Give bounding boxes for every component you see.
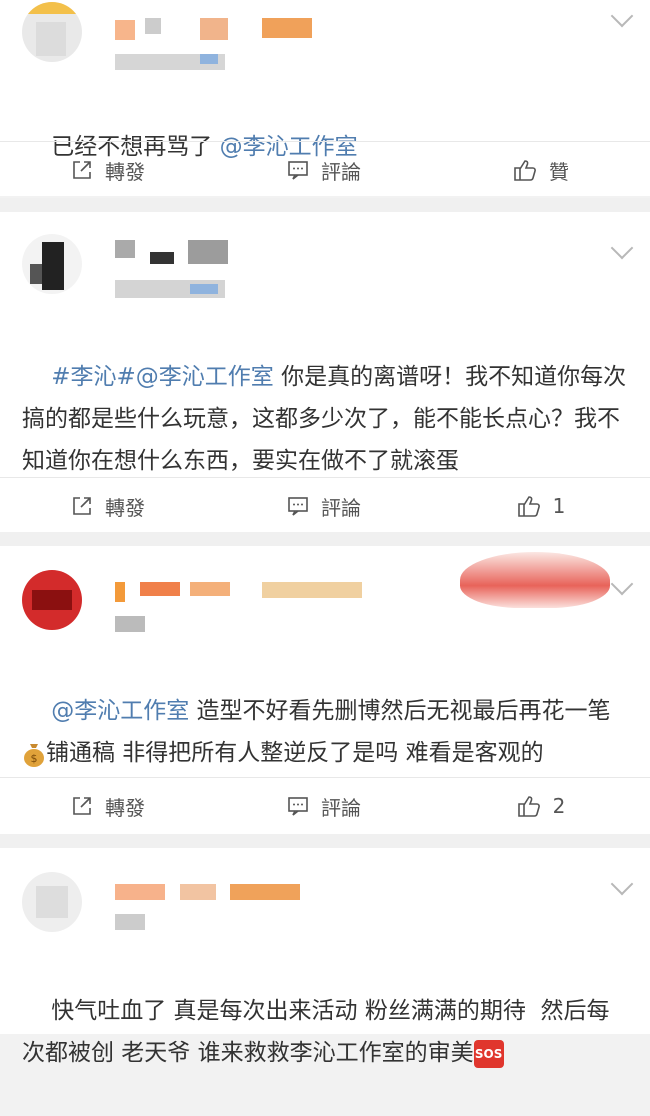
- repost-label: 轉發: [105, 159, 145, 184]
- comment-icon: [288, 497, 308, 516]
- thumbs-up-icon: [517, 796, 540, 817]
- action-bar: 轉發 評論 贊: [0, 141, 650, 198]
- repost-button[interactable]: 轉發: [0, 478, 216, 534]
- action-bar: 轉發 評論 2: [0, 777, 650, 834]
- mention-link[interactable]: @李沁工作室: [136, 364, 274, 390]
- comment-label: 評論: [321, 495, 361, 520]
- like-count: 1: [552, 494, 566, 518]
- repost-label: 轉發: [105, 495, 145, 520]
- action-bar: 轉發 評論 1: [0, 477, 650, 534]
- svg-text:$: $: [31, 752, 38, 765]
- chevron-down-icon[interactable]: [610, 872, 634, 896]
- comment-label: 評論: [321, 795, 361, 820]
- comment-button[interactable]: 評論: [216, 778, 432, 834]
- repost-icon: [73, 161, 91, 179]
- post-card: 已经不想再骂了 @李沁工作室 轉發 評論 贊: [0, 0, 650, 196]
- comment-label: 評論: [321, 159, 361, 184]
- comment-icon: [288, 797, 308, 816]
- decoration-banner: [460, 552, 610, 608]
- like-label: 贊: [549, 159, 569, 184]
- comment-button[interactable]: 評論: [216, 478, 432, 534]
- hashtag-link[interactable]: #李沁#: [51, 364, 136, 390]
- separator: [0, 198, 650, 212]
- chevron-down-icon[interactable]: [610, 236, 634, 260]
- avatar[interactable]: [22, 570, 82, 630]
- repost-icon: [73, 797, 91, 815]
- chevron-down-icon[interactable]: [610, 4, 634, 28]
- money-bag-emoji: $: [24, 743, 44, 767]
- comment-button[interactable]: 評論: [216, 142, 432, 198]
- like-button[interactable]: 贊: [432, 142, 650, 198]
- repost-button[interactable]: 轉發: [0, 142, 216, 198]
- repost-label: 轉發: [105, 795, 145, 820]
- thumbs-up-icon: [514, 160, 536, 181]
- like-button[interactable]: 1: [432, 478, 650, 534]
- post-text: 快气吐血了 真是每次出来活动 粉丝满满的期待 然后每次都被创 老天爷 谁来救救李…: [22, 998, 610, 1066]
- post-card: #李沁#@李沁工作室 你是真的离谱呀！我不知道你每次搞的都是些什么玩意，这都多少…: [0, 212, 650, 560]
- like-button[interactable]: 2: [432, 778, 650, 834]
- post-card: @李沁工作室 造型不好看先删博然后无视最后再花一笔 $ 铺通稿 非得把所有人整逆反了…: [0, 546, 650, 834]
- avatar[interactable]: [22, 234, 82, 294]
- like-count: 2: [552, 794, 566, 818]
- avatar[interactable]: [22, 2, 82, 62]
- mention-link[interactable]: @李沁工作室: [51, 698, 189, 724]
- post-text: 造型不好看先删博然后无视最后再花一笔: [189, 698, 611, 724]
- repost-button[interactable]: 轉發: [0, 778, 216, 834]
- separator: [0, 532, 650, 546]
- thumbs-up-icon: [517, 496, 540, 517]
- post-text-continued: 铺通稿 非得把所有人整逆反了是吗 难看是客观的: [46, 740, 544, 766]
- post-card: 快气吐血了 真是每次出来活动 粉丝满满的期待 然后每次都被创 老天爷 谁来救救李…: [0, 848, 650, 1068]
- separator: [0, 834, 650, 848]
- comment-icon: [288, 161, 308, 180]
- repost-icon: [73, 497, 91, 515]
- chevron-down-icon[interactable]: [610, 572, 634, 596]
- avatar[interactable]: [22, 872, 82, 932]
- post-content: 快气吐血了 真是每次出来活动 粉丝满满的期待 然后每次都被创 老天爷 谁来救救李…: [22, 948, 628, 1116]
- sos-emoji: SOS: [473, 1039, 504, 1068]
